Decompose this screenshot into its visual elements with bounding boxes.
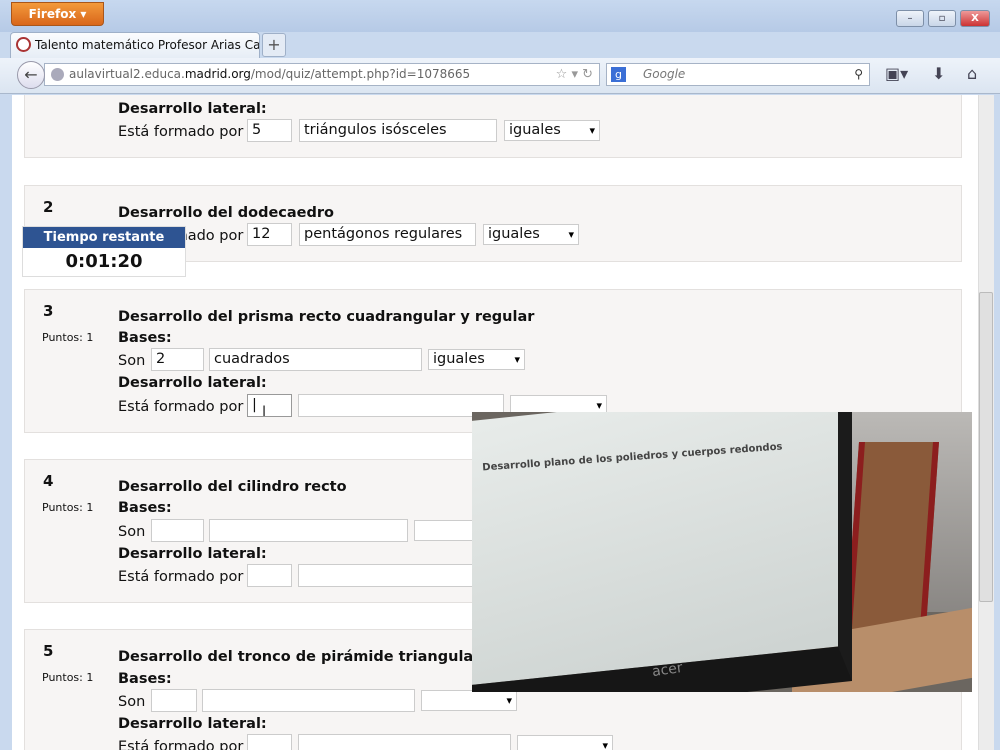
home-icon[interactable]: ⌂ [967, 64, 977, 83]
lateral-shape-input[interactable] [298, 734, 511, 750]
back-button[interactable]: ← [17, 61, 45, 89]
maximize-button[interactable]: ▫ [928, 10, 956, 27]
bases-select[interactable] [421, 690, 517, 711]
lateral-number-input[interactable]: | [247, 394, 292, 417]
download-icon[interactable]: ⬇ [932, 64, 945, 83]
bases-shape-input[interactable] [202, 689, 415, 712]
text-cursor-icon: I [262, 404, 267, 420]
url-bar[interactable]: aulavirtual2.educa.madrid.org/mod/quiz/a… [44, 63, 600, 86]
bases-shape-input[interactable]: cuadrados [209, 348, 422, 371]
lateral-number-input[interactable]: 12 [247, 223, 292, 246]
lateral-shape-input[interactable]: pentágonos regulares [299, 223, 476, 246]
lateral-number-input[interactable] [247, 734, 292, 750]
bookmarks-icon[interactable]: ▣▾ [885, 64, 908, 83]
lateral-number-input[interactable] [247, 564, 292, 587]
globe-icon [51, 68, 64, 81]
lateral-select[interactable]: iguales [504, 120, 600, 141]
firefox-menu-button[interactable]: Firefox ▾ [11, 2, 104, 26]
site-favicon-icon [16, 37, 31, 52]
new-tab-button[interactable]: + [262, 33, 286, 57]
timer-label: Tiempo restante [23, 227, 185, 248]
time-remaining-panel: Tiempo restante 0:01:20 [22, 226, 186, 277]
timer-value: 0:01:20 [65, 251, 143, 272]
scrollbar-thumb[interactable] [979, 292, 993, 602]
lateral-shape-input[interactable]: triángulos isósceles [299, 119, 497, 142]
window-titlebar [0, 0, 1000, 32]
google-icon[interactable]: g [611, 67, 626, 82]
bases-number-input[interactable]: 2 [151, 348, 204, 371]
bases-number-input[interactable] [151, 689, 197, 712]
lateral-select[interactable]: iguales [483, 224, 579, 245]
search-icon[interactable]: ⚲ [854, 64, 863, 85]
webcam-video-overlay: Desarrollo plano de los poliedros y cuer… [472, 412, 972, 692]
bases-select[interactable]: iguales [428, 349, 525, 370]
video-chair [845, 442, 939, 642]
search-input[interactable]: g Google ⚲ [606, 63, 870, 86]
bases-number-input[interactable] [151, 519, 204, 542]
bookmark-star-icon[interactable]: ☆ ▾ ↻ [556, 64, 593, 85]
lateral-select[interactable] [517, 735, 613, 750]
lateral-number-input[interactable]: 5 [247, 119, 292, 142]
browser-tab[interactable]: Talento matemático Profesor Arias Cabe..… [10, 32, 260, 58]
question-1: Desarrollo lateral: Está formado por 5 t… [24, 95, 962, 158]
minimize-button[interactable]: – [896, 10, 924, 27]
close-button[interactable]: X [960, 10, 990, 27]
bases-shape-input[interactable] [209, 519, 408, 542]
